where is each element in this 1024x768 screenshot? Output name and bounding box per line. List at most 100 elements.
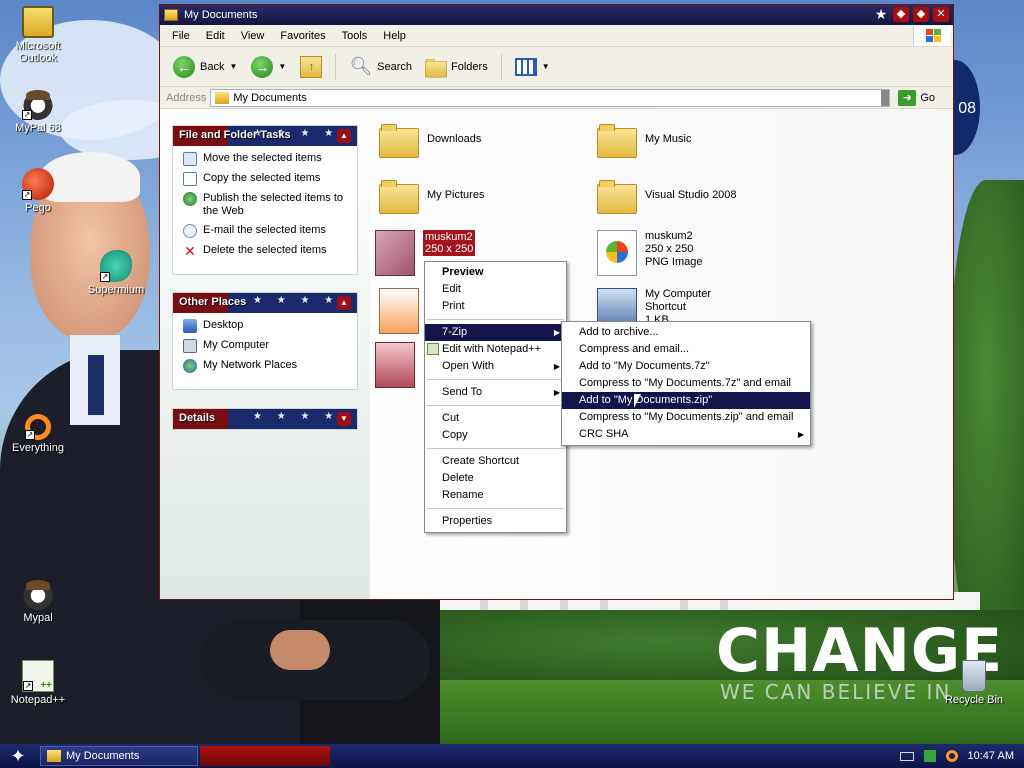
zip-item-compress-7z-email[interactable]: Compress to "My Documents.7z" and email <box>562 375 810 392</box>
views-button[interactable]: ▼ <box>510 56 555 78</box>
menu-item-cut[interactable]: Cut <box>425 410 566 427</box>
menu-item-7zip[interactable]: 7-Zip ▶ <box>425 324 566 341</box>
place-desktop[interactable]: Desktop <box>183 319 349 333</box>
menu-separator <box>427 508 564 509</box>
place-network[interactable]: My Network Places <box>183 359 349 373</box>
address-dropdown[interactable] <box>881 89 890 106</box>
menu-item-rename[interactable]: Rename <box>425 487 566 504</box>
shortcut-arrow-icon: ↗ <box>100 272 110 282</box>
menu-separator <box>427 448 564 449</box>
keyboard-icon[interactable] <box>899 751 914 761</box>
menu-item-properties[interactable]: Properties <box>425 513 566 530</box>
up-button[interactable]: ↑ <box>295 54 327 80</box>
file-name: muskum2 <box>645 230 693 242</box>
dropdown-arrow-icon: ▼ <box>541 62 550 71</box>
everything-tray-icon[interactable] <box>945 750 958 762</box>
menu-bar: File Edit View Favorites Tools Help <box>160 25 953 47</box>
task-publish[interactable]: Publish the selected items to the Web <box>183 192 349 218</box>
collapse-icon[interactable]: ▲ <box>337 129 351 143</box>
file-item-muskum2-png[interactable]: muskum2 250 x 250 PNG Image <box>597 230 702 276</box>
pictures-folder-icon <box>379 178 419 214</box>
menu-favorites[interactable]: Favorites <box>272 30 333 42</box>
desktop-icon-mypal68[interactable]: ↗ MyPal 68 <box>0 88 76 134</box>
title-bar[interactable]: My Documents ★ ◆ ◆ ✕ <box>160 5 953 25</box>
desktop-icon-label: MyPal 68 <box>15 122 61 134</box>
desktop-icon-recycle-bin[interactable]: Recycle Bin <box>936 660 1012 706</box>
menu-item-preview[interactable]: Preview <box>425 264 566 281</box>
menu-item-create-shortcut[interactable]: Create Shortcut <box>425 453 566 470</box>
file-item-image-3[interactable] <box>375 342 415 388</box>
menu-edit[interactable]: Edit <box>198 30 233 42</box>
panel-header[interactable]: Details ▼ <box>173 409 357 429</box>
desktop-icon-outlook[interactable]: Microsoft Outlook <box>0 6 76 64</box>
file-item-my-pictures[interactable]: My Pictures <box>379 178 484 214</box>
search-button[interactable]: 🔍︎ Search <box>344 54 417 79</box>
notepadpp-tray-icon[interactable] <box>923 750 936 762</box>
star-icon[interactable]: ★ <box>873 7 889 22</box>
desktop-icon-label: Supermium <box>87 284 145 296</box>
menu-tools[interactable]: Tools <box>334 30 376 42</box>
wallpaper-tree <box>950 180 1024 660</box>
zip-item-compress-zip-email[interactable]: Compress to "My Documents.zip" and email <box>562 409 810 426</box>
minimize-button[interactable]: ◆ <box>893 7 909 22</box>
panel-header[interactable]: Other Places ▲ <box>173 293 357 313</box>
email-icon <box>183 224 197 238</box>
desktop-icon-mypal[interactable]: Mypal <box>0 578 76 624</box>
menu-view[interactable]: View <box>233 30 273 42</box>
zip-item-compress-email[interactable]: Compress and email... <box>562 341 810 358</box>
menu-item-copy[interactable]: Copy <box>425 427 566 444</box>
task-email[interactable]: E-mail the selected items <box>183 224 349 238</box>
delete-x-icon: ✕ <box>184 243 196 259</box>
shortcut-arrow-icon: ↗ <box>22 110 32 120</box>
zip-item-add-7z[interactable]: Add to "My Documents.7z" <box>562 358 810 375</box>
task-move[interactable]: Move the selected items <box>183 152 349 166</box>
mouse-cursor-icon <box>634 394 641 408</box>
task-delete[interactable]: ✕ Delete the selected items <box>183 244 349 258</box>
forward-button[interactable]: → ▼ <box>246 54 291 80</box>
menu-file[interactable]: File <box>164 30 198 42</box>
menu-separator <box>427 319 564 320</box>
file-dims: 250 x 250 <box>425 243 474 255</box>
menu-item-delete[interactable]: Delete <box>425 470 566 487</box>
zip-item-crc-sha[interactable]: CRC SHA ▶ <box>562 426 810 443</box>
panel-header[interactable]: File and Folder Tasks ▲ <box>173 126 357 146</box>
file-name: muskum2 <box>425 231 473 243</box>
back-label: Back <box>200 60 225 73</box>
file-item-visual-studio[interactable]: Visual Studio 2008 <box>597 178 737 214</box>
close-button[interactable]: ✕ <box>933 7 949 22</box>
menu-item-open-with[interactable]: Open With ▶ <box>425 358 566 375</box>
place-my-computer[interactable]: My Computer <box>183 339 349 353</box>
address-input[interactable]: My Documents <box>210 88 891 107</box>
back-button[interactable]: ← Back ▼ <box>168 54 242 80</box>
collapse-icon[interactable]: ▲ <box>337 296 351 310</box>
submenu-arrow-icon: ▶ <box>553 362 560 371</box>
folders-button[interactable]: Folders <box>421 56 493 78</box>
task-copy[interactable]: Copy the selected items <box>183 172 349 186</box>
image-file-icon <box>375 230 415 276</box>
desktop-icon-supermium[interactable]: ↗ Supermium <box>78 250 154 296</box>
file-item-image-2[interactable] <box>379 288 419 334</box>
zip-item-add-to-archive[interactable]: Add to archive... <box>562 324 810 341</box>
details-panel: Details ▼ <box>172 408 358 430</box>
7zip-submenu: Add to archive... Compress and email... … <box>561 321 811 446</box>
menu-item-send-to[interactable]: Send To ▶ <box>425 384 566 401</box>
menu-item-edit[interactable]: Edit <box>425 281 566 298</box>
desktop-icon-notepadpp[interactable]: ↗ Notepad++ <box>0 660 76 706</box>
taskbar-window-button[interactable]: My Documents <box>40 746 198 766</box>
expand-icon[interactable]: ▼ <box>337 412 351 426</box>
zip-item-add-zip[interactable]: Add to "My Documents.zip" <box>562 392 810 409</box>
desktop-icon-pego[interactable]: ↗ Pego <box>0 168 76 214</box>
computer-icon <box>183 339 197 353</box>
start-button[interactable]: ✦ <box>0 744 36 768</box>
desktop-icon <box>183 319 197 333</box>
clock[interactable]: 10:47 AM <box>968 750 1014 762</box>
maximize-button[interactable]: ◆ <box>913 7 929 22</box>
go-button[interactable]: ➜ Go <box>898 89 935 106</box>
menu-item-print[interactable]: Print <box>425 298 566 315</box>
place-label: My Computer <box>203 339 270 351</box>
menu-help[interactable]: Help <box>375 30 414 42</box>
desktop-icon-everything[interactable]: ↗ Everything <box>0 414 76 454</box>
menu-item-notepadpp[interactable]: Edit with Notepad++ <box>425 341 566 358</box>
file-item-my-music[interactable]: My Music <box>597 122 691 158</box>
file-item-downloads[interactable]: Downloads <box>379 122 481 158</box>
